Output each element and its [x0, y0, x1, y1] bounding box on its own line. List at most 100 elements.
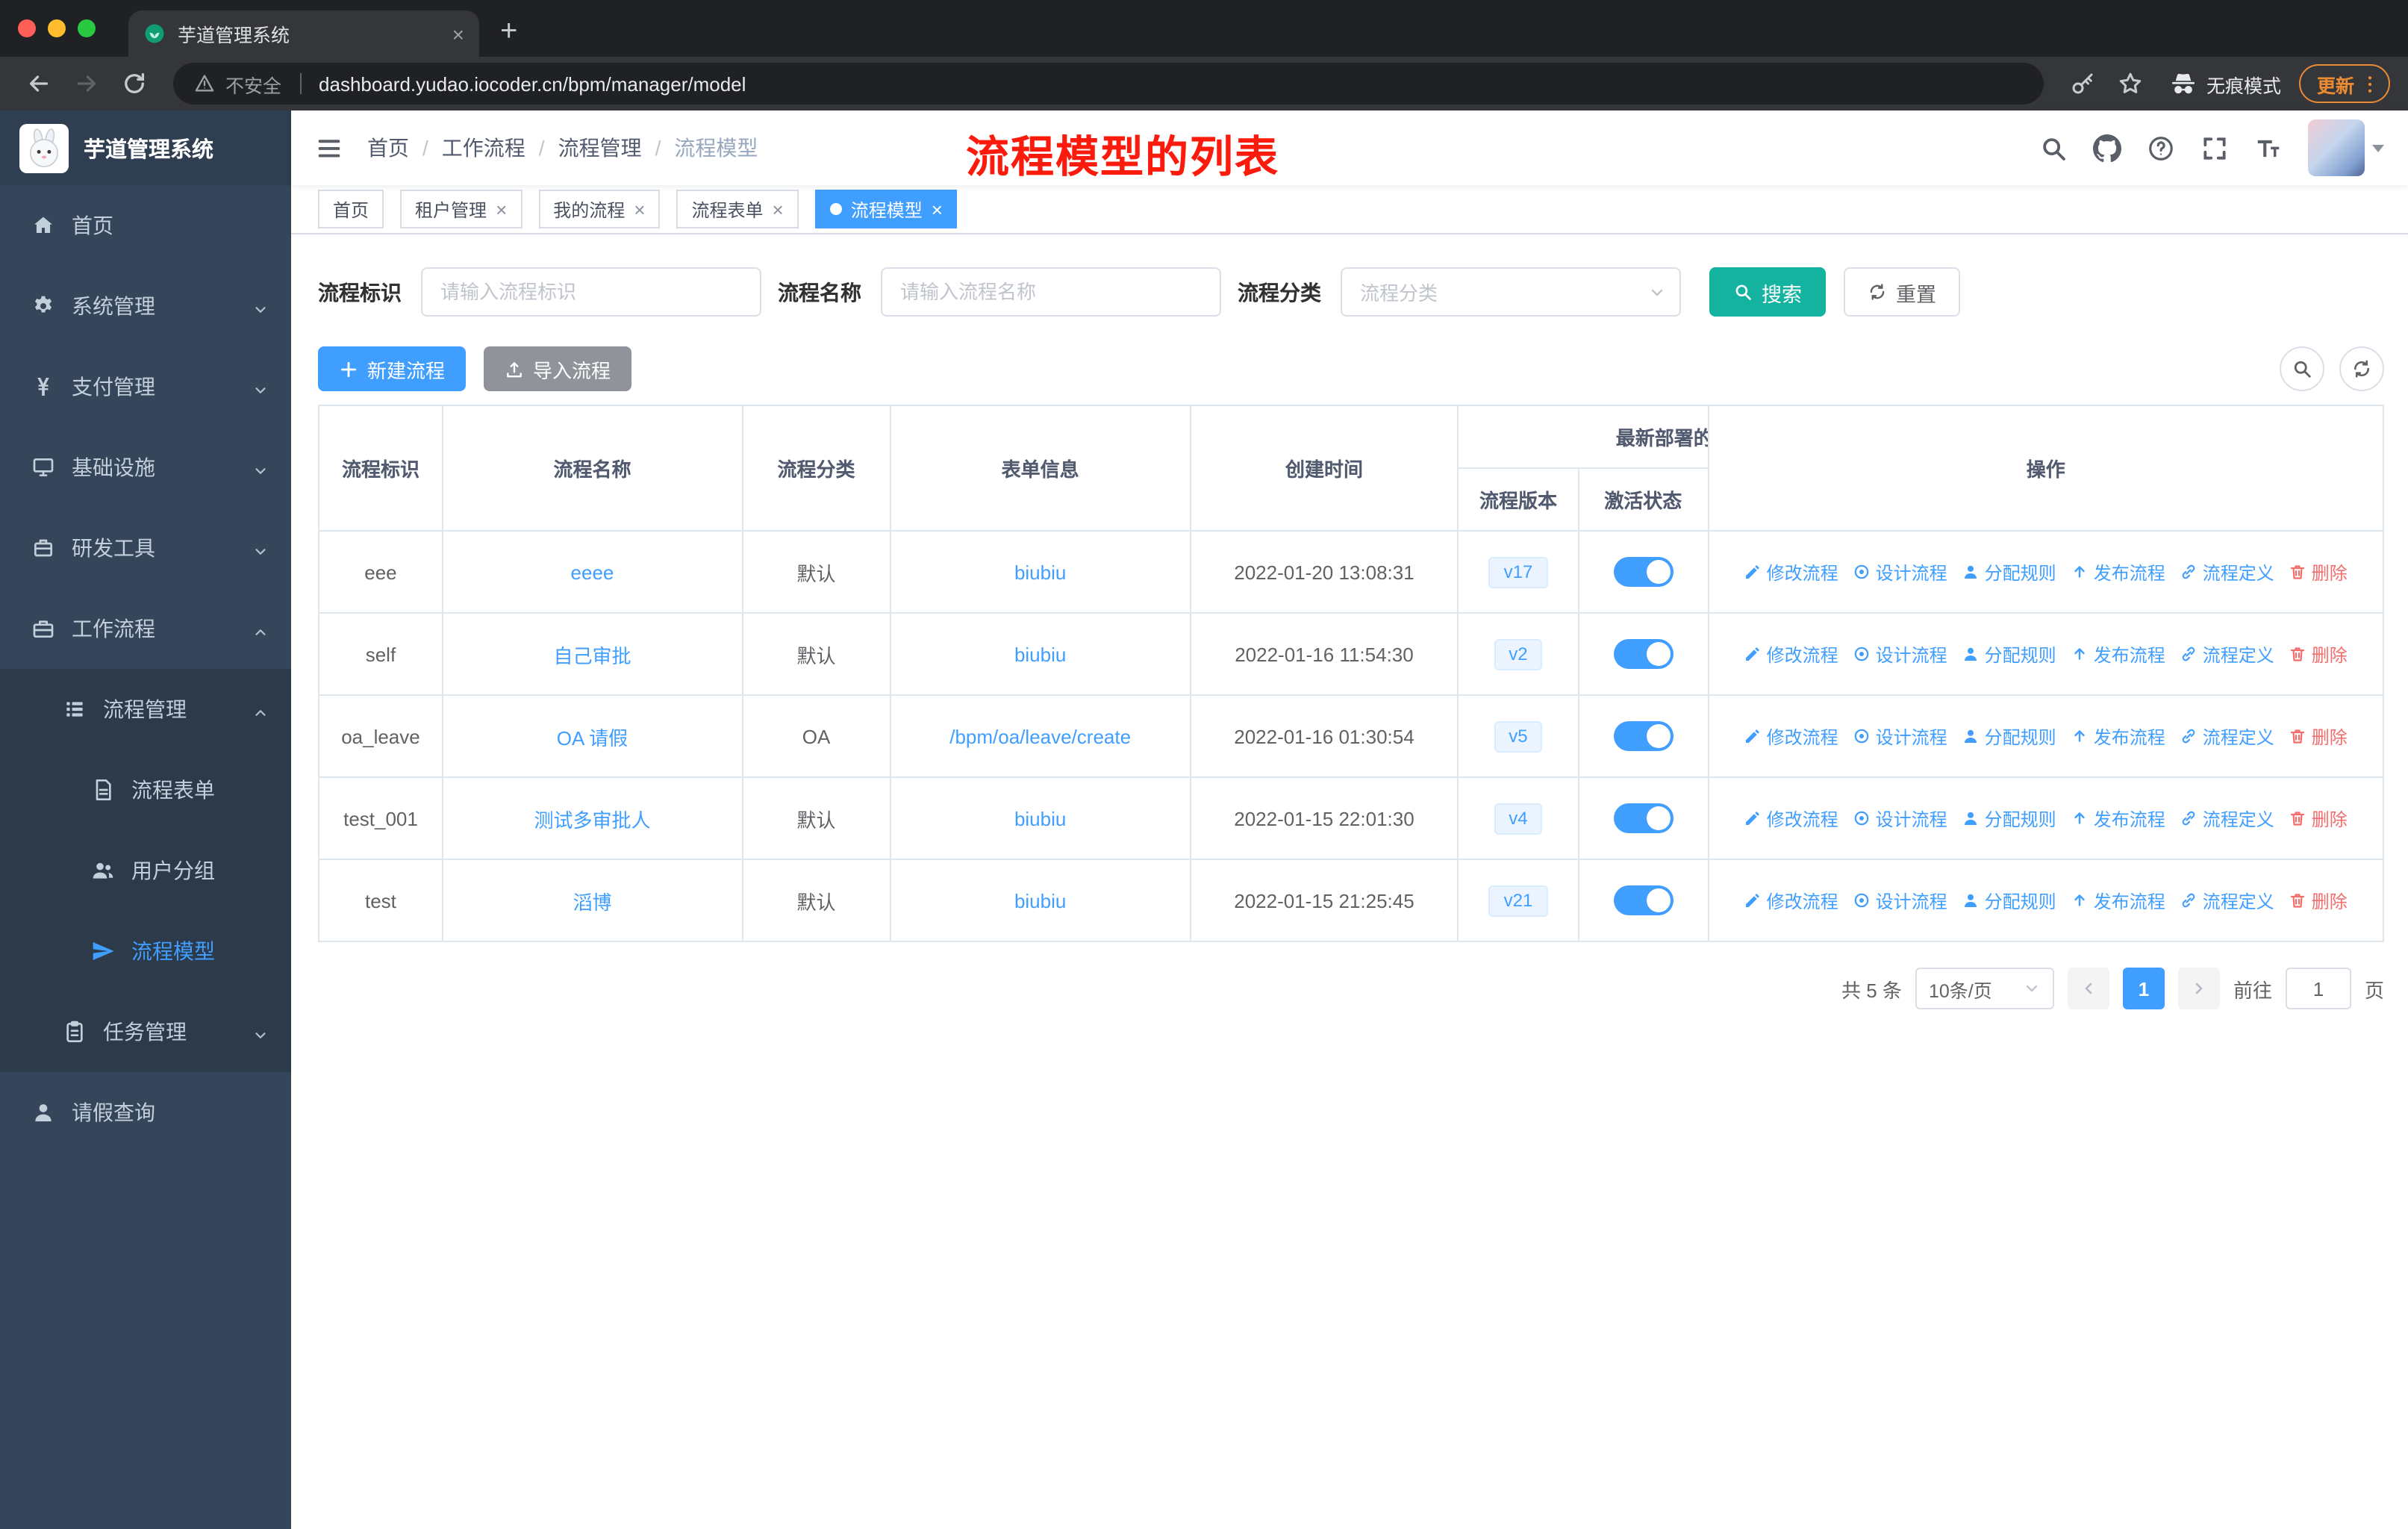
- process-name-link[interactable]: OA 请假: [557, 726, 628, 749]
- filter-key-input[interactable]: [421, 267, 761, 317]
- action-publish-link[interactable]: 发布流程: [2071, 723, 2165, 749]
- reload-icon[interactable]: [121, 70, 148, 97]
- back-icon[interactable]: [25, 70, 52, 97]
- process-name-link[interactable]: 自己审批: [553, 644, 631, 667]
- refresh-table-button[interactable]: [2339, 346, 2384, 391]
- action-publish-link[interactable]: 发布流程: [2071, 888, 2165, 913]
- create-process-button[interactable]: 新建流程: [318, 346, 467, 391]
- update-button[interactable]: 更新: [2298, 64, 2390, 103]
- zoom-window-button[interactable]: [78, 19, 96, 37]
- bookmark-star-icon[interactable]: [2117, 70, 2144, 97]
- goto-page-input[interactable]: [2285, 968, 2351, 1009]
- action-definition-link[interactable]: 流程定义: [2180, 888, 2274, 913]
- action-edit-link[interactable]: 修改流程: [1744, 559, 1838, 585]
- close-window-button[interactable]: [18, 19, 36, 37]
- sidebar-item-home[interactable]: 首页: [0, 185, 291, 266]
- search-button[interactable]: 搜索: [1709, 267, 1826, 317]
- filter-name-input[interactable]: [881, 267, 1221, 317]
- action-definition-link[interactable]: 流程定义: [2180, 641, 2274, 667]
- action-assign-link[interactable]: 分配规则: [1962, 806, 2056, 831]
- action-edit-link[interactable]: 修改流程: [1744, 641, 1838, 667]
- sidebar-item-process-form[interactable]: 流程表单: [0, 750, 291, 830]
- process-name-link[interactable]: eeee: [571, 561, 614, 583]
- filter-category-select[interactable]: 流程分类: [1341, 267, 1681, 317]
- process-name-link[interactable]: 测试多审批人: [534, 809, 650, 831]
- form-link[interactable]: biubiu: [1014, 561, 1066, 583]
- breadcrumb-item[interactable]: 首页: [367, 133, 409, 163]
- close-icon[interactable]: ×: [634, 199, 645, 219]
- action-design-link[interactable]: 设计流程: [1853, 806, 1947, 831]
- security-label[interactable]: 不安全: [225, 69, 281, 98]
- reset-button[interactable]: 重置: [1844, 267, 1960, 317]
- tag-tenant-management[interactable]: 租户管理 ×: [400, 190, 523, 228]
- form-link[interactable]: /bpm/oa/leave/create: [949, 725, 1131, 747]
- user-menu[interactable]: [2308, 119, 2384, 176]
- sidebar-item-process-model[interactable]: 流程模型: [0, 911, 291, 991]
- action-design-link[interactable]: 设计流程: [1853, 559, 1947, 585]
- action-assign-link[interactable]: 分配规则: [1962, 723, 2056, 749]
- menu-dots-icon[interactable]: [2359, 72, 2381, 95]
- github-icon[interactable]: [2093, 134, 2121, 162]
- url-bar[interactable]: 不安全 dashboard.yudao.iocoder.cn/bpm/manag…: [173, 63, 2044, 105]
- sidebar-item-dev-tools[interactable]: 研发工具: [0, 508, 291, 588]
- toggle-search-button[interactable]: [2280, 346, 2324, 391]
- action-definition-link[interactable]: 流程定义: [2180, 559, 2274, 585]
- action-edit-link[interactable]: 修改流程: [1744, 806, 1838, 831]
- hamburger-icon[interactable]: [315, 134, 343, 162]
- action-delete-link[interactable]: 删除: [2289, 641, 2348, 667]
- sidebar-item-workflow[interactable]: 工作流程: [0, 588, 291, 669]
- close-icon[interactable]: ×: [932, 199, 943, 219]
- close-icon[interactable]: ×: [773, 199, 784, 219]
- action-delete-link[interactable]: 删除: [2289, 888, 2348, 913]
- new-tab-button[interactable]: +: [479, 15, 538, 49]
- app-logo[interactable]: 芋道管理系统: [0, 110, 291, 185]
- action-delete-link[interactable]: 删除: [2289, 723, 2348, 749]
- tag-home[interactable]: 首页: [318, 190, 384, 228]
- sidebar-item-user-group[interactable]: 用户分组: [0, 830, 291, 911]
- help-icon[interactable]: [2147, 134, 2175, 162]
- active-toggle[interactable]: [1613, 803, 1674, 833]
- action-design-link[interactable]: 设计流程: [1853, 723, 1947, 749]
- breadcrumb-item[interactable]: 流程管理: [558, 133, 642, 163]
- prev-page-button[interactable]: [2067, 968, 2109, 1009]
- action-publish-link[interactable]: 发布流程: [2071, 559, 2165, 585]
- breadcrumb-item[interactable]: 工作流程: [442, 133, 525, 163]
- active-toggle[interactable]: [1613, 885, 1674, 915]
- action-assign-link[interactable]: 分配规则: [1962, 559, 2056, 585]
- current-page[interactable]: 1: [2122, 968, 2165, 1009]
- active-toggle[interactable]: [1613, 557, 1674, 587]
- close-icon[interactable]: ×: [496, 199, 507, 219]
- import-process-button[interactable]: 导入流程: [484, 346, 632, 391]
- tag-my-process[interactable]: 我的流程 ×: [538, 190, 661, 228]
- sidebar-item-process-management[interactable]: 流程管理: [0, 669, 291, 750]
- action-delete-link[interactable]: 删除: [2289, 806, 2348, 831]
- action-definition-link[interactable]: 流程定义: [2180, 806, 2274, 831]
- active-toggle[interactable]: [1613, 639, 1674, 669]
- sidebar-item-task-management[interactable]: 任务管理: [0, 991, 291, 1072]
- action-edit-link[interactable]: 修改流程: [1744, 723, 1838, 749]
- process-name-link[interactable]: 滔博: [573, 891, 611, 913]
- password-key-icon[interactable]: [2069, 70, 2096, 97]
- form-link[interactable]: biubiu: [1014, 807, 1066, 829]
- form-link[interactable]: biubiu: [1014, 643, 1066, 665]
- tab-close-icon[interactable]: ×: [452, 23, 464, 44]
- action-assign-link[interactable]: 分配规则: [1962, 641, 2056, 667]
- page-size-select[interactable]: 10条/页: [1915, 968, 2054, 1009]
- action-publish-link[interactable]: 发布流程: [2071, 641, 2165, 667]
- form-link[interactable]: biubiu: [1014, 889, 1066, 912]
- minimize-window-button[interactable]: [48, 19, 66, 37]
- sidebar-item-leave-query[interactable]: 请假查询: [0, 1072, 291, 1153]
- sidebar-item-system-management[interactable]: 系统管理: [0, 266, 291, 346]
- sidebar-item-infrastructure[interactable]: 基础设施: [0, 427, 291, 508]
- action-definition-link[interactable]: 流程定义: [2180, 723, 2274, 749]
- browser-tab[interactable]: 芋道管理系统 ×: [128, 10, 479, 57]
- sidebar-item-payment-management[interactable]: 支付管理: [0, 346, 291, 427]
- font-size-icon[interactable]: [2254, 134, 2283, 162]
- action-assign-link[interactable]: 分配规则: [1962, 888, 2056, 913]
- fullscreen-icon[interactable]: [2200, 134, 2229, 162]
- action-design-link[interactable]: 设计流程: [1853, 641, 1947, 667]
- security-warning-icon[interactable]: [194, 73, 215, 94]
- action-edit-link[interactable]: 修改流程: [1744, 888, 1838, 913]
- tag-process-model[interactable]: 流程模型 ×: [814, 190, 958, 228]
- forward-icon[interactable]: [73, 70, 100, 97]
